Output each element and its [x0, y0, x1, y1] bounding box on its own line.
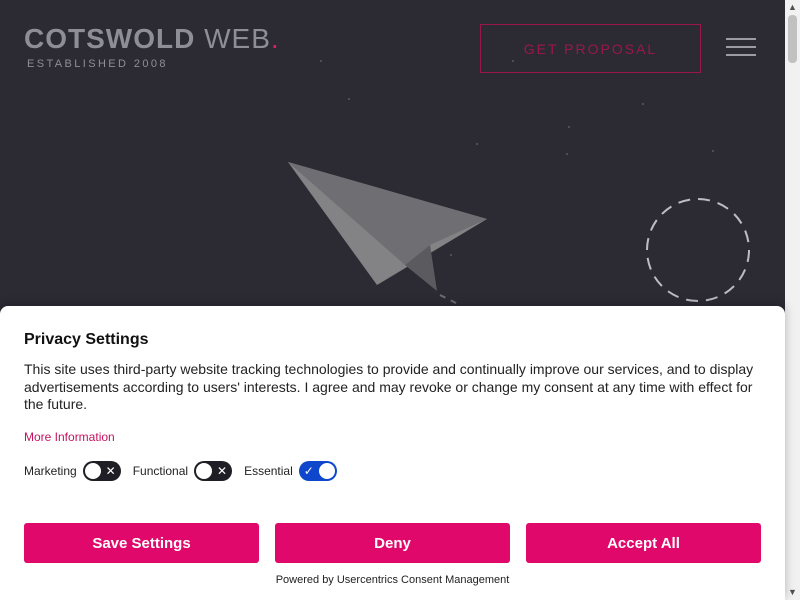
- switch-knob: [196, 463, 213, 479]
- more-information-link[interactable]: More Information: [24, 430, 115, 444]
- essential-switch[interactable]: ✓: [298, 461, 337, 481]
- switch-knob: [318, 463, 335, 479]
- get-proposal-button[interactable]: GET PROPOSAL: [480, 24, 701, 73]
- hamburger-menu-icon[interactable]: [726, 38, 756, 58]
- scrollbar-thumb[interactable]: [788, 15, 797, 63]
- toggle-label: Functional: [132, 464, 189, 478]
- functional-switch[interactable]: ✕: [194, 461, 233, 481]
- dialog-title: Privacy Settings: [24, 331, 149, 348]
- logo-wordmark: COTSWOLD WEB.: [24, 23, 280, 54]
- powered-by-text: Powered by Usercentrics Consent Manageme…: [275, 574, 510, 586]
- dashed-circle-decoration: [646, 198, 750, 302]
- privacy-settings-dialog: Privacy Settings This site uses third-pa…: [0, 306, 785, 600]
- marketing-switch[interactable]: ✕: [82, 461, 121, 481]
- page-scrollbar[interactable]: ▲ ▼: [785, 0, 800, 600]
- toggle-label: Marketing: [24, 464, 77, 478]
- toggle-essential: Essential ✓: [244, 461, 337, 481]
- switch-knob: [84, 463, 101, 479]
- logo-tagline: ESTABLISHED 2008: [27, 58, 168, 70]
- site-logo[interactable]: COTSWOLD WEB. ESTABLISHED 2008: [24, 23, 280, 71]
- dialog-description: This site uses third-party website track…: [24, 361, 754, 412]
- paper-plane-illustration: [288, 162, 487, 306]
- consent-toggles: Marketing ✕ Functional ✕ Essential ✓: [24, 461, 349, 481]
- toggle-label: Essential: [244, 464, 293, 478]
- close-icon: ✕: [217, 464, 228, 478]
- toggle-marketing: Marketing ✕: [24, 461, 121, 481]
- toggle-functional: Functional ✕: [132, 461, 233, 481]
- close-icon: ✕: [105, 464, 116, 478]
- deny-button[interactable]: Deny: [275, 523, 510, 563]
- accept-all-button[interactable]: Accept All: [526, 523, 761, 563]
- check-icon: ✓: [303, 464, 314, 478]
- scroll-up-arrow-icon[interactable]: ▲: [785, 0, 800, 15]
- scroll-down-arrow-icon[interactable]: ▼: [785, 585, 800, 600]
- save-settings-button[interactable]: Save Settings: [24, 523, 259, 563]
